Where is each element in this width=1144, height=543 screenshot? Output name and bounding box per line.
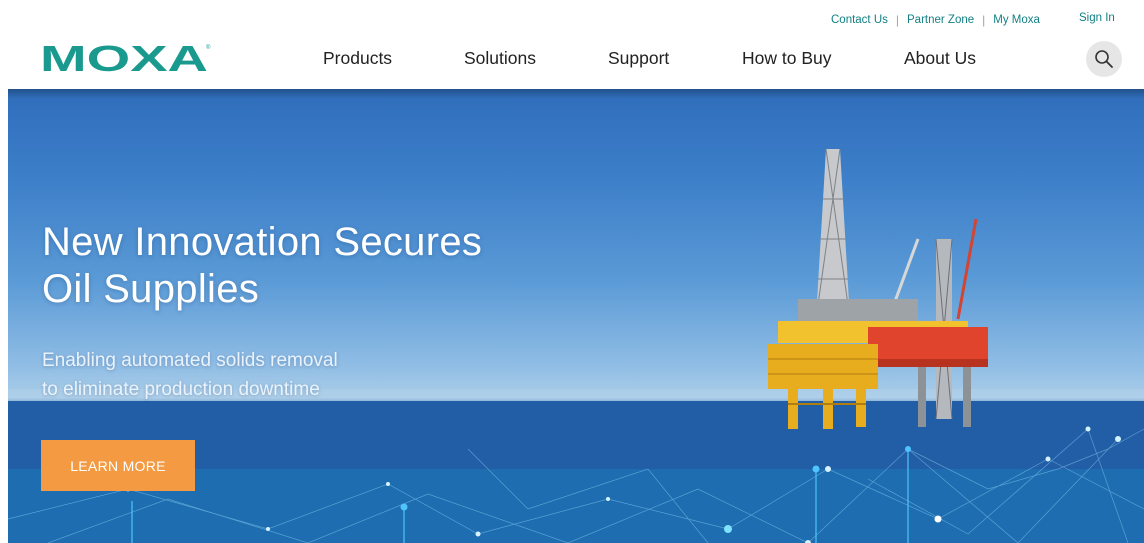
partner-zone-link[interactable]: Partner Zone [907,14,974,26]
nav-how-to-buy[interactable]: How to Buy [742,48,831,69]
utility-nav: Contact Us | Partner Zone | My Moxa [831,13,1040,27]
nav-support[interactable]: Support [608,48,669,69]
hero-title-line-2: Oil Supplies [42,267,260,312]
site-header: Contact Us | Partner Zone | My Moxa Sign… [0,0,1144,89]
utility-divider: | [982,13,986,27]
hero-subtitle-line-2: to eliminate production downtime [42,378,320,400]
oil-rig-illustration [768,148,988,429]
hero-title-line-1: New Innovation Secures [42,220,483,264]
main-nav: Products Solutions Support How to Buy Ab… [0,48,1144,70]
search-icon [1095,50,1113,68]
my-moxa-link[interactable]: My Moxa [993,14,1040,26]
utility-divider: | [895,13,900,27]
hero-top-shadow [8,89,1144,99]
learn-more-button[interactable]: LEARN MORE [41,440,195,491]
hero-subtitle-line-1: Enabling automated solids removal [42,350,338,371]
nav-solutions[interactable]: Solutions [464,48,536,69]
sign-in-link[interactable]: Sign In [1079,12,1115,24]
contact-us-link[interactable]: Contact Us [831,14,888,26]
nav-about-us[interactable]: About Us [904,48,976,69]
nav-products[interactable]: Products [323,48,392,69]
hero-title: New Innovation Secures Oil Supplies [42,219,562,313]
hero-subtitle: Enabling automated solids removal to eli… [42,347,462,404]
search-button[interactable] [1086,41,1122,77]
hero-banner: New Innovation Secures Oil Supplies Enab… [8,89,1144,543]
